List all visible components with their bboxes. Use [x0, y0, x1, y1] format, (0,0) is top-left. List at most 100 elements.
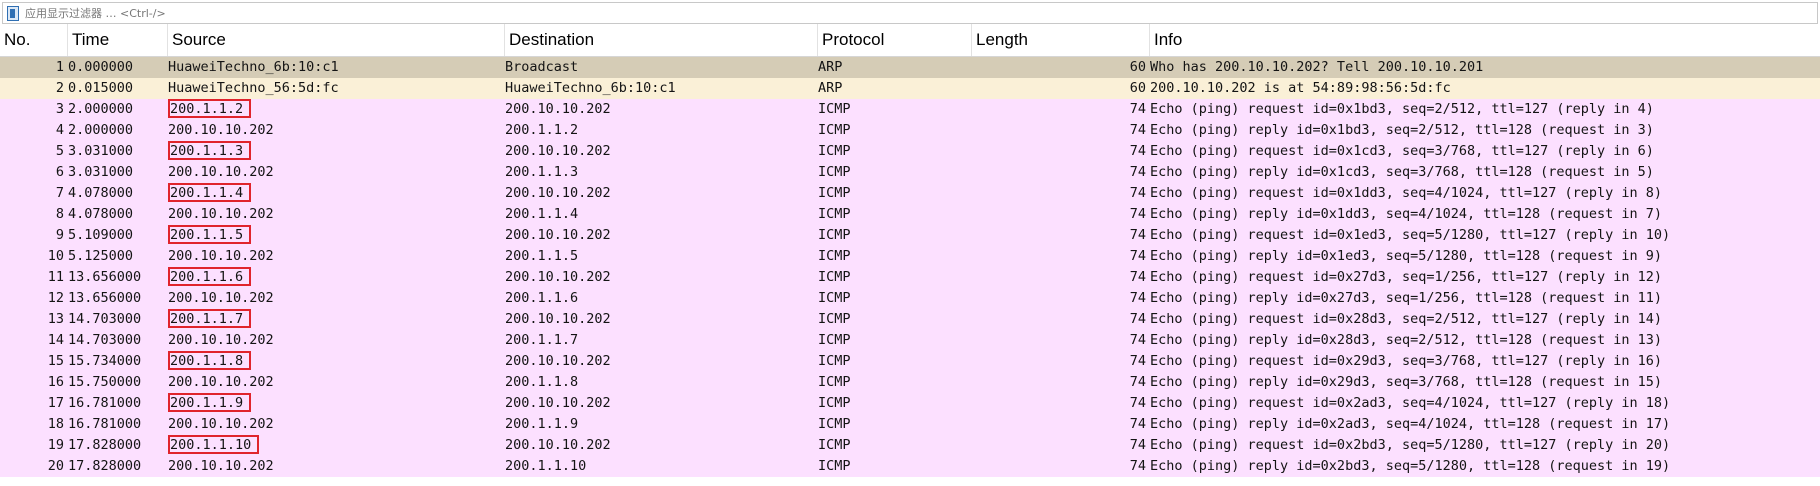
packet-info: Echo (ping) request id=0x2bd3, seq=5/128… — [1150, 437, 1671, 453]
packet-info: Echo (ping) reply id=0x1dd3, seq=4/1024,… — [1150, 206, 1663, 222]
packet-protocol: ICMP — [818, 353, 851, 369]
packet-destination: 200.10.10.202 — [505, 395, 611, 411]
packet-no: 6 — [55, 164, 64, 180]
packet-info: Echo (ping) request id=0x1bd3, seq=2/512… — [1150, 101, 1654, 117]
packet-length: 74 — [1129, 353, 1146, 369]
packet-destination: 200.1.1.5 — [505, 248, 579, 264]
packet-row[interactable]: 4 2.000000 200.10.10.202 200.1.1.2 ICMP 74 Ech… — [0, 120, 1820, 141]
source-address: 200.10.10.202 — [168, 332, 274, 348]
packet-info: Echo (ping) reply id=0x28d3, seq=2/512, … — [1150, 332, 1663, 348]
packet-destination: Broadcast — [505, 59, 579, 75]
packet-protocol: ICMP — [818, 374, 851, 390]
highlighted-source-address: 200.1.1.7 — [168, 309, 252, 328]
packet-row[interactable]: 16 15.750000 200.10.10.202 200.1.1.8 ICMP 74 E… — [0, 372, 1820, 393]
packet-time: 14.703000 — [68, 332, 142, 348]
packet-protocol: ICMP — [818, 458, 851, 474]
packet-info: Echo (ping) request id=0x1ed3, seq=5/128… — [1150, 227, 1671, 243]
packet-row[interactable]: 15 15.734000 200.1.1.8 200.10.10.202 ICMP 74 E… — [0, 351, 1820, 372]
column-header-destination[interactable]: Destination — [505, 24, 818, 56]
display-filter-input[interactable] — [25, 4, 1817, 22]
packet-row[interactable]: 3 2.000000 200.1.1.2 200.10.10.202 ICMP 74 Ech… — [0, 99, 1820, 120]
packet-row[interactable]: 20 17.828000 200.10.10.202 200.1.1.10 ICMP 74… — [0, 456, 1820, 477]
packet-length: 74 — [1129, 290, 1146, 306]
display-filter-bar[interactable] — [2, 2, 1818, 24]
column-header-no[interactable]: No. — [0, 24, 68, 56]
packet-row[interactable]: 13 14.703000 200.1.1.7 200.10.10.202 ICMP 74 E… — [0, 309, 1820, 330]
packet-protocol: ICMP — [818, 395, 851, 411]
packet-length: 74 — [1129, 227, 1146, 243]
packet-length: 74 — [1129, 122, 1146, 138]
packet-length: 60 — [1129, 59, 1146, 75]
packet-destination: 200.10.10.202 — [505, 143, 611, 159]
packet-destination: 200.1.1.9 — [505, 416, 579, 432]
packet-source: 200.1.1.10 — [168, 435, 504, 456]
packet-row[interactable]: 6 3.031000 200.10.10.202 200.1.1.3 ICMP 74 Ech… — [0, 162, 1820, 183]
packet-protocol: ICMP — [818, 311, 851, 327]
packet-row[interactable]: 18 16.781000 200.10.10.202 200.1.1.9 ICMP 74 E… — [0, 414, 1820, 435]
bookmark-icon[interactable] — [7, 5, 19, 21]
packet-row[interactable]: 10 5.125000 200.10.10.202 200.1.1.5 ICMP 74 Ec… — [0, 246, 1820, 267]
packet-protocol: ARP — [818, 59, 843, 75]
packet-no: 1 — [55, 59, 64, 75]
column-header-protocol[interactable]: Protocol — [818, 24, 972, 56]
column-header-time[interactable]: Time — [68, 24, 168, 56]
packet-source: 200.1.1.8 — [168, 351, 504, 372]
packet-time: 4.078000 — [68, 185, 134, 201]
packet-info: Echo (ping) reply id=0x1cd3, seq=3/768, … — [1150, 164, 1654, 180]
packet-destination: 200.10.10.202 — [505, 185, 611, 201]
source-address: 200.10.10.202 — [168, 122, 274, 138]
packet-row[interactable]: 14 14.703000 200.10.10.202 200.1.1.7 ICMP 74 E… — [0, 330, 1820, 351]
packet-time: 4.078000 — [68, 206, 134, 222]
packet-destination: 200.1.1.10 — [505, 458, 587, 474]
packet-no: 5 — [55, 143, 64, 159]
packet-source: 200.1.1.2 — [168, 99, 504, 120]
packet-row[interactable]: 1 0.000000 HuaweiTechno_6b:10:c1 Broadcast A… — [0, 57, 1820, 78]
column-header-source[interactable]: Source — [168, 24, 505, 56]
packet-row[interactable]: 7 4.078000 200.1.1.4 200.10.10.202 ICMP 74 Ech… — [0, 183, 1820, 204]
packet-length: 74 — [1129, 332, 1146, 348]
packet-row[interactable]: 8 4.078000 200.10.10.202 200.1.1.4 ICMP 74 Ech… — [0, 204, 1820, 225]
packet-no: 15 — [47, 353, 64, 369]
packet-time: 16.781000 — [68, 395, 142, 411]
packet-destination: 200.10.10.202 — [505, 227, 611, 243]
packet-info: Echo (ping) reply id=0x29d3, seq=3/768, … — [1150, 374, 1663, 390]
source-address: HuaweiTechno_6b:10:c1 — [168, 59, 339, 75]
packet-length: 74 — [1129, 311, 1146, 327]
highlighted-source-address: 200.1.1.9 — [168, 393, 252, 412]
packet-info: Echo (ping) request id=0x27d3, seq=1/256… — [1150, 269, 1663, 285]
packet-source: 200.10.10.202 — [168, 120, 504, 141]
packet-source: 200.1.1.4 — [168, 183, 504, 204]
packet-no: 4 — [55, 122, 64, 138]
packet-row[interactable]: 5 3.031000 200.1.1.3 200.10.10.202 ICMP 74 Ech… — [0, 141, 1820, 162]
packet-row[interactable]: 2 0.015000 HuaweiTechno_56:5d:fc HuaweiTech… — [0, 78, 1820, 99]
packet-length: 74 — [1129, 206, 1146, 222]
packet-protocol: ICMP — [818, 290, 851, 306]
packet-row[interactable]: 11 13.656000 200.1.1.6 200.10.10.202 ICMP 74 E… — [0, 267, 1820, 288]
packet-time: 5.109000 — [68, 227, 134, 243]
highlighted-source-address: 200.1.1.6 — [168, 267, 252, 286]
packet-protocol: ICMP — [818, 227, 851, 243]
packet-row[interactable]: 19 17.828000 200.1.1.10 200.10.10.202 ICMP 74… — [0, 435, 1820, 456]
packet-info: Echo (ping) reply id=0x1bd3, seq=2/512, … — [1150, 122, 1654, 138]
packet-length: 74 — [1129, 164, 1146, 180]
packet-destination: 200.1.1.7 — [505, 332, 579, 348]
packet-row[interactable]: 12 13.656000 200.10.10.202 200.1.1.6 ICMP 74 E… — [0, 288, 1820, 309]
packet-info: Echo (ping) request id=0x2ad3, seq=4/102… — [1150, 395, 1671, 411]
packet-destination: 200.10.10.202 — [505, 269, 611, 285]
packet-time: 2.000000 — [68, 122, 134, 138]
packet-info: Echo (ping) reply id=0x2ad3, seq=4/1024,… — [1150, 416, 1671, 432]
packet-source: 200.10.10.202 — [168, 204, 504, 225]
packet-length: 74 — [1129, 269, 1146, 285]
source-address: 200.10.10.202 — [168, 164, 274, 180]
column-header-length[interactable]: Length — [972, 24, 1150, 56]
packet-destination: 200.1.1.8 — [505, 374, 579, 390]
packet-destination: 200.1.1.2 — [505, 122, 579, 138]
packet-destination: 200.1.1.3 — [505, 164, 579, 180]
highlighted-source-address: 200.1.1.10 — [168, 435, 260, 454]
packet-info: Echo (ping) request id=0x1cd3, seq=3/768… — [1150, 143, 1654, 159]
packet-row[interactable]: 9 5.109000 200.1.1.5 200.10.10.202 ICMP 74 Ech… — [0, 225, 1820, 246]
packet-protocol: ICMP — [818, 269, 851, 285]
column-header-info[interactable]: Info — [1150, 24, 1820, 56]
packet-row[interactable]: 17 16.781000 200.1.1.9 200.10.10.202 ICMP 74 E… — [0, 393, 1820, 414]
packet-protocol: ICMP — [818, 437, 851, 453]
